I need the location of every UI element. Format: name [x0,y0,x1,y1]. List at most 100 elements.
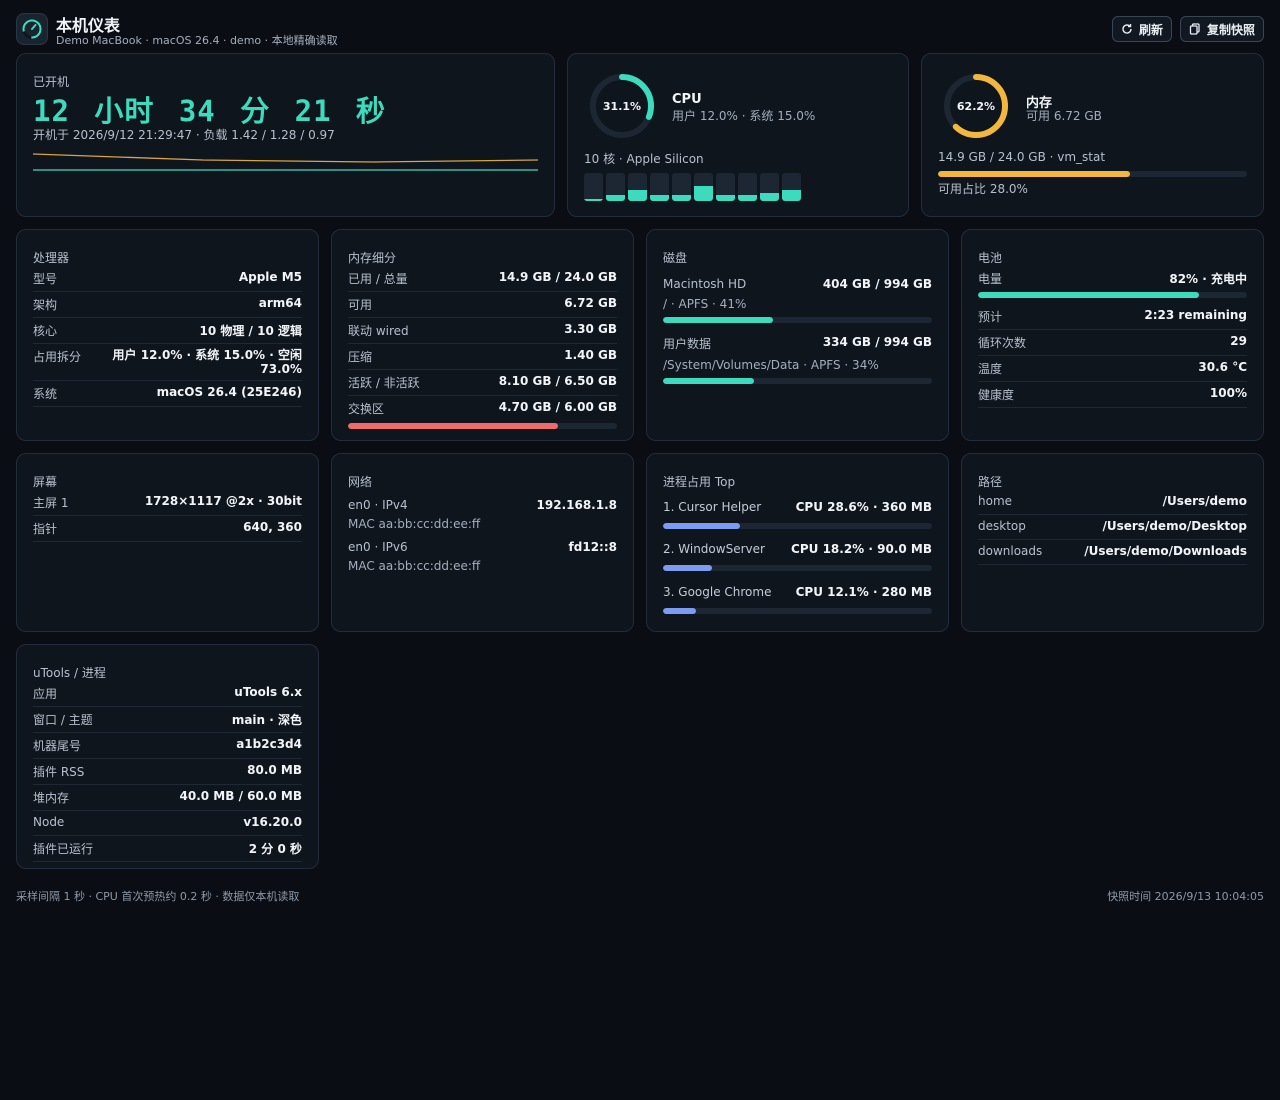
info-row: 堆内存 40.0 MB / 60.0 MB [33,785,302,811]
network-address: fd12::8 [568,540,617,554]
row-value: 640, 360 [243,520,302,534]
path-value: /Users/demo [1162,494,1247,508]
info-row: 循环次数 29 [978,330,1247,356]
row-value: arm64 [258,296,302,310]
process-usage: CPU 12.1% · 280 MB [795,585,932,599]
row-value: 1728×1117 @2x · 30bit [144,494,302,508]
process-item: 3. Google Chrome CPU 12.1% · 280 MB [663,585,932,614]
cpu-cores-label: 10 核 · Apple Silicon [584,152,704,166]
info-row: 联动 wired 3.30 GB [348,318,617,344]
disk-item: Macintosh HD 404 GB / 994 GB / · APFS · 4… [663,277,932,323]
path-value: /Users/demo/Downloads [1084,544,1247,558]
process-bar-fill [663,565,712,571]
info-row: 插件 RSS 80.0 MB [33,759,302,785]
row-value: 2 分 0 秒 [248,842,302,856]
row-value: 14.9 GB / 24.0 GB [498,270,617,284]
process-name: 2. WindowServer [663,542,765,556]
row-key: Node [33,815,65,829]
row-key: 电量 [978,272,1003,286]
cpu-core-bar [584,173,603,201]
info-row: 指针 640, 360 [33,516,302,542]
refresh-button[interactable]: 刷新 [1112,16,1172,42]
copy-snapshot-label: 复制快照 [1207,22,1256,37]
disk-card: 磁盘 Macintosh HD 404 GB / 994 GB / · APFS … [646,229,949,441]
processor-title: 处理器 [33,251,70,265]
app-subtitle: Demo MacBook · macOS 26.4 · demo · 本地精确读… [56,34,338,47]
row-key: 架构 [33,298,58,312]
memory-available: 可用 6.72 GB [1026,109,1102,123]
disk-bar-fill [663,378,755,384]
cpu-core-bar [782,173,801,201]
info-row: 交换区 4.70 GB / 6.00 GB [348,396,617,421]
process-usage: CPU 28.6% · 360 MB [795,500,932,514]
cpu-core-fill [584,199,603,201]
row-key: 温度 [978,362,1003,376]
uptime-since: 开机于 2026/9/12 21:29:47 · 负载 1.42 / 1.28 … [33,128,335,142]
cpu-core-bar [760,173,779,201]
info-row: 温度 30.6 °C [978,356,1247,382]
info-row: 架构 arm64 [33,292,302,318]
row-value: 30.6 °C [1198,360,1247,374]
refresh-icon [1122,24,1132,34]
paths-card: 路径 home/Users/demo desktop/Users/demo/De… [961,453,1264,632]
memory-bar [938,171,1247,177]
uptime-card: 已开机 12 小时 34 分 21 秒 开机于 2026/9/12 21:29:… [16,53,555,217]
info-row: 窗口 / 主题 main · 深色 [33,707,302,733]
info-row: 核心 10 物理 / 10 逻辑 [33,318,302,344]
row-key: 联动 wired [348,324,409,338]
battery-bar [978,292,1247,298]
disk-bar-fill [663,317,774,323]
info-row: 插件已运行 2 分 0 秒 [33,836,302,862]
memory-detail-title: 内存细分 [348,251,397,265]
process-top-card: 进程占用 Top 1. Cursor Helper CPU 28.6% · 360… [646,453,949,632]
row-key: 健康度 [978,388,1015,402]
network-address: 192.168.1.8 [536,498,617,512]
row-key: 系统 [33,387,58,401]
info-row: 可用 6.72 GB [348,292,617,318]
processor-card: 处理器 型号 Apple M5 架构 arm64 核心 10 物理 / 10 逻辑 占… [16,229,319,441]
row-value: v16.20.0 [243,815,302,829]
refresh-button-label: 刷新 [1139,22,1164,37]
row-value: 80.0 MB [247,763,302,777]
row-key: 应用 [33,687,58,701]
path-value: /Users/demo/Desktop [1102,519,1247,533]
process-item: 2. WindowServer CPU 18.2% · 90.0 MB [663,542,932,571]
cpu-core-bar [738,173,757,201]
cpu-core-fill [694,186,713,201]
row-value: 8.10 GB / 6.50 GB [498,374,617,388]
copy-icon [1189,23,1200,35]
uptime-value: 12 小时 34 分 21 秒 [33,94,387,128]
copy-snapshot-button[interactable]: 复制快照 [1180,16,1264,42]
cpu-summary-card: 31.1% CPU 用户 12.0% · 系统 15.0% 10 核 · App… [567,53,909,217]
info-row: Node v16.20.0 [33,811,302,836]
cpu-core-fill [782,190,801,201]
row-key: desktop [978,519,1026,533]
row-value: 29 [1230,334,1247,348]
disk-usage: 404 GB / 994 GB [822,277,932,291]
cpu-core-bar [606,173,625,201]
process-title: 进程占用 Top [663,475,736,489]
cpu-core-bar [628,173,647,201]
processor-rows: 型号 Apple M5 架构 arm64 核心 10 物理 / 10 逻辑 占用拆分 用… [33,266,302,407]
screen-card: 屏幕 主屏 1 1728×1117 @2x · 30bit 指针 640, 360 [16,453,319,632]
disk-usage: 334 GB / 994 GB [822,335,932,349]
network-mac: MAC aa:bb:cc:dd:ee:ff [348,559,481,573]
row-value: 10 物理 / 10 逻辑 [199,324,303,338]
cpu-core-bar [716,173,735,201]
info-row: 机器尾号 a1b2c3d4 [33,733,302,759]
row-key: 主屏 1 [33,496,69,510]
process-bar [663,565,932,571]
row-key: 占用拆分 [33,350,82,364]
info-row: 系统 macOS 26.4 (25E246) [33,381,302,407]
swap-bar-fill [348,423,558,429]
utools-title: uTools / 进程 [33,666,106,680]
memory-detail-card: 内存细分 已用 / 总量 14.9 GB / 24.0 GB 可用 6.72 GB … [331,229,634,441]
memory-detail-rows: 已用 / 总量 14.9 GB / 24.0 GB 可用 6.72 GB 联动 wi… [348,266,617,429]
utools-rows: 应用 uTools 6.x 窗口 / 主题 main · 深色 机器尾号 a1b2c3… [33,681,302,862]
row-value: 1.40 GB [564,348,617,362]
process-bar [663,523,932,529]
row-key: 核心 [33,324,58,338]
info-row: 健康度 100% [978,382,1247,408]
screen-title: 屏幕 [33,475,58,489]
network-mac: MAC aa:bb:cc:dd:ee:ff [348,517,481,531]
